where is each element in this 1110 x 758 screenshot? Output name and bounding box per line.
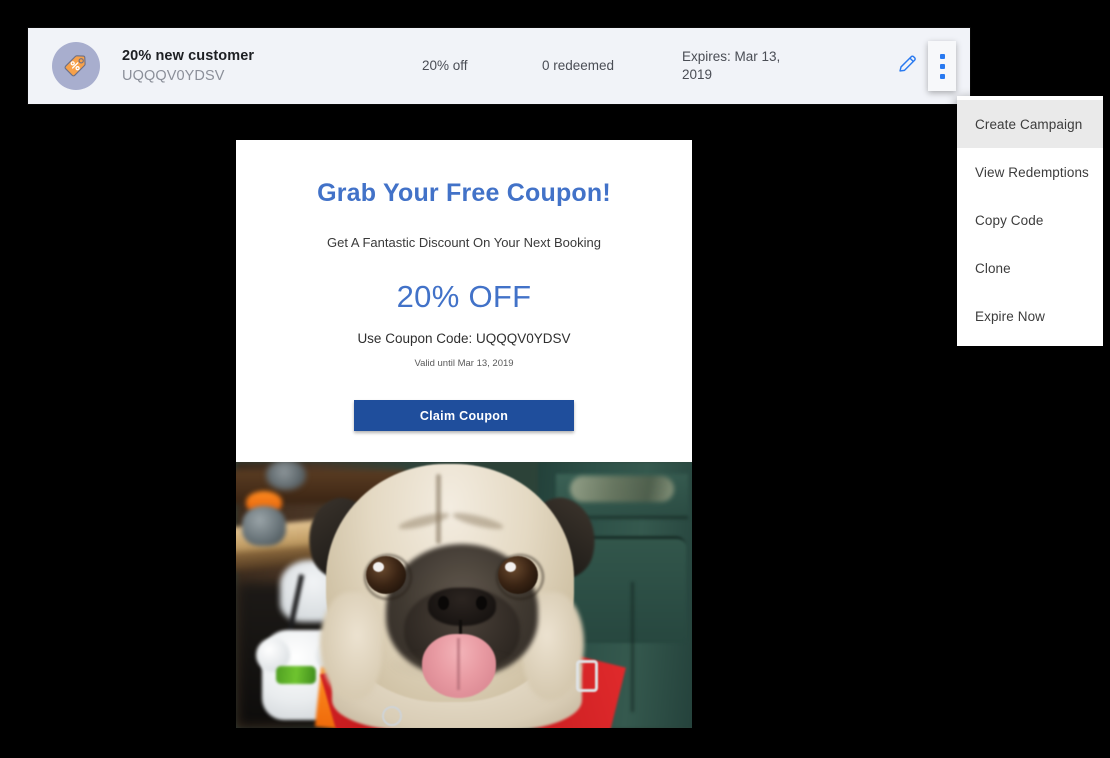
photo-pug-cheek-left [320, 592, 382, 700]
photo-pug-nostril-left [438, 596, 449, 610]
photo-harness-buckle [576, 660, 598, 692]
photo-skull-toy-front [242, 506, 286, 546]
photo-skull-toy-back [266, 462, 306, 490]
preview-valid-until: Valid until Mar 13, 2019 [414, 358, 514, 369]
menu-item-expire-now[interactable]: Expire Now [957, 292, 1103, 340]
photo-pug-nostril-right [476, 596, 487, 610]
edit-coupon-button[interactable] [890, 49, 924, 83]
discount-tag-icon [52, 42, 100, 90]
claim-coupon-button[interactable]: Claim Coupon [354, 400, 574, 431]
photo-jacket-seam [631, 582, 634, 712]
kebab-menu-icon-dot [939, 73, 945, 79]
coupon-redeemed-count: 0 redeemed [542, 58, 615, 73]
menu-item-view-redemptions[interactable]: View Redemptions [957, 148, 1103, 196]
coupon-discount: 20% off [422, 58, 468, 73]
photo-pug-tongue-crease [457, 638, 460, 690]
claim-button-wrap: Claim Coupon [236, 400, 692, 431]
photo-pug-forehead-crease [436, 474, 441, 544]
coupon-actions-dropdown: Create Campaign View Redemptions Copy Co… [957, 96, 1103, 346]
preview-subheadline: Get A Fantastic Discount On Your Next Bo… [327, 235, 601, 250]
coupon-expiry: Expires: Mar 13, 2019 [682, 49, 781, 82]
kebab-menu-icon [939, 53, 945, 59]
coupon-code: UQQQV0YDSV [122, 68, 225, 84]
photo-harness-ring [382, 706, 402, 726]
menu-item-create-campaign[interactable]: Create Campaign [957, 100, 1103, 148]
pug-dog-photo [236, 462, 692, 728]
photo-pug-eye-right [498, 556, 538, 594]
photo-pug-eye-left [366, 556, 406, 594]
coupon-email-preview: Grab Your Free Coupon! Get A Fantastic D… [236, 140, 692, 728]
photo-jacket-camo-patch [570, 476, 674, 502]
preview-text-section: Grab Your Free Coupon! Get A Fantastic D… [236, 140, 692, 462]
preview-headline: Grab Your Free Coupon! [317, 179, 611, 207]
coupon-summary-card: 20% new customer UQQQV0YDSV 20% off 0 re… [28, 28, 970, 104]
photo-bone-toy-green-label [276, 666, 316, 684]
preview-coupon-code-line: Use Coupon Code: UQQQV0YDSV [357, 331, 571, 346]
preview-discount-amount: 20% OFF [396, 279, 532, 314]
photo-pug-eye-glint-right [505, 562, 516, 572]
kebab-menu-icon-dot [939, 63, 945, 69]
menu-item-clone[interactable]: Clone [957, 244, 1103, 292]
coupon-identity: 20% new customer UQQQV0YDSV [122, 46, 422, 86]
photo-pug-eye-glint-left [373, 562, 384, 572]
pencil-icon [897, 53, 918, 79]
menu-item-copy-code[interactable]: Copy Code [957, 196, 1103, 244]
coupon-more-menu-button[interactable] [928, 41, 956, 91]
coupon-title: 20% new customer [122, 48, 255, 64]
